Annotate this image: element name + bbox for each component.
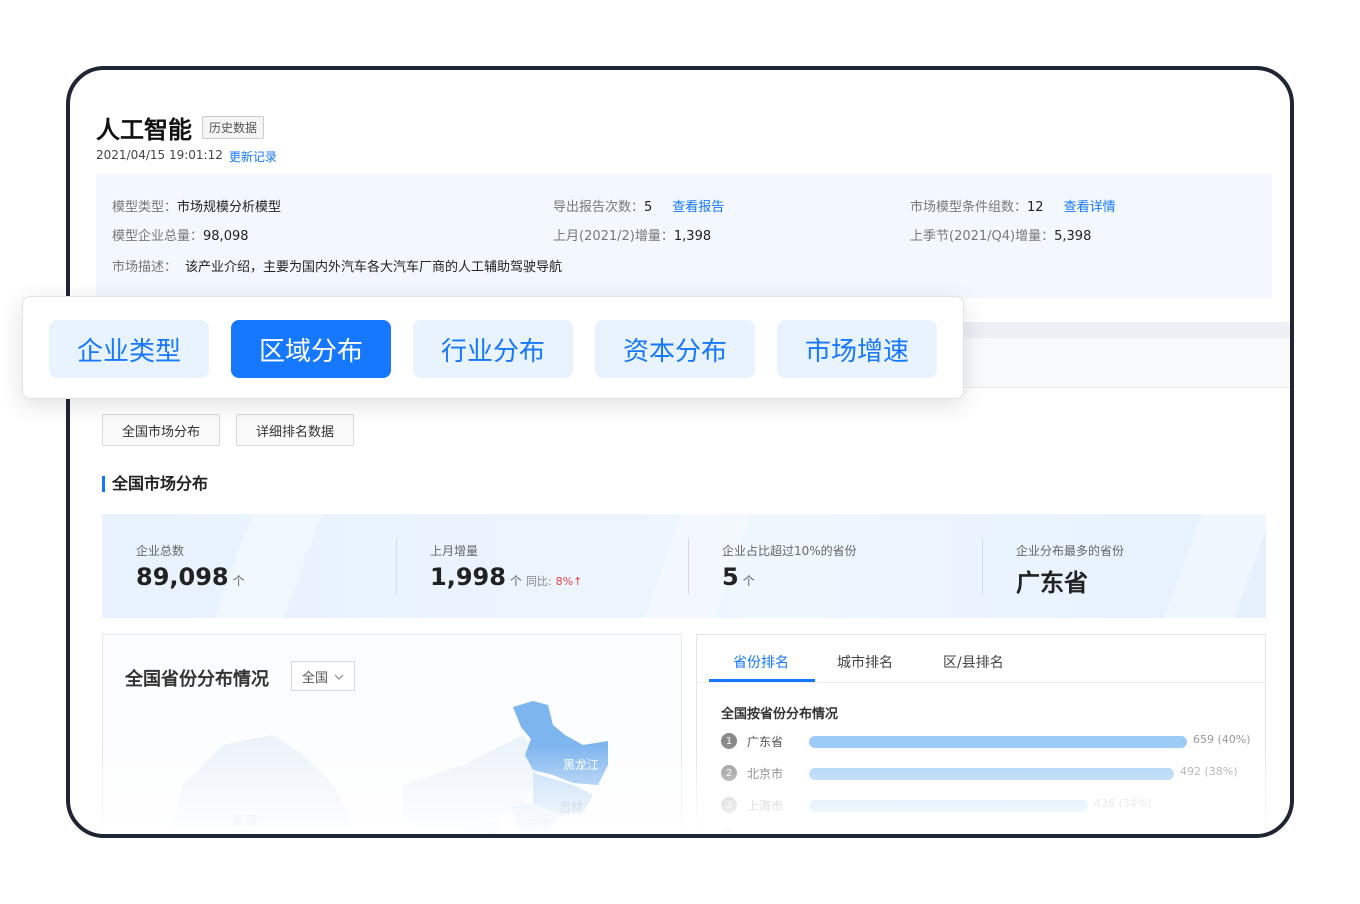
national-market-button[interactable]: 全国市场分布: [102, 414, 220, 446]
export-count: 导出报告次数：5 查看报告: [553, 196, 724, 215]
rank-province-name: 上海市: [747, 799, 784, 813]
timestamp: 2021/04/15 19:01:12: [96, 148, 223, 162]
ranking-subtitle: 全国按省份分布情况: [721, 707, 839, 722]
last-month-increase: 上月(2021/2)增量：1,398: [553, 225, 711, 244]
tab-district-ranking[interactable]: 区/县排名: [943, 652, 1004, 672]
tab-city-ranking[interactable]: 城市排名: [837, 652, 893, 672]
view-report-link[interactable]: 查看报告: [672, 200, 724, 215]
stat-monthly-value: 1,998: [430, 563, 506, 591]
stat-monthly: 上月增量 1,998 个同比: 8%↑: [430, 542, 582, 591]
active-tab-indicator: [709, 679, 815, 682]
ranking-card: 省份排名 城市排名 区/县排名 全国按省份分布情况 1 广东省 659 (40%) 2…: [696, 634, 1266, 834]
tab-market-growth[interactable]: 市场增速: [777, 320, 937, 378]
map-title: 全国省份分布情况: [125, 669, 269, 690]
map-label-beijing: 北京: [479, 829, 501, 838]
history-badge[interactable]: 历史数据: [202, 116, 265, 139]
market-description: 市场描述： 该产业介绍，主要为国内外汽车各大汽车厂商的人工辅助驾驶导航: [112, 256, 562, 275]
last-quarter-increase: 上季节(2021/Q4)增量：5,398: [910, 225, 1091, 244]
tab-region-distribution[interactable]: 区域分布: [231, 320, 391, 378]
map-region-xinjiang: [173, 735, 353, 834]
stat-divider: [688, 538, 689, 594]
total-value: 98,098: [203, 229, 249, 244]
rank-number: 1: [721, 733, 737, 749]
rank-bar: [809, 736, 1187, 748]
desc-label: 市场描述：: [112, 260, 178, 275]
detailed-ranking-button[interactable]: 详细排名数据: [236, 414, 354, 446]
rank-bar: [809, 768, 1174, 780]
model-type-value: 市场规模分析模型: [177, 200, 282, 215]
stat-provinces-over-10: 企业占比超过10%的省份 5个: [722, 542, 857, 591]
export-count-label: 导出报告次数：: [553, 200, 645, 215]
rank-value: 436 (34%): [1094, 797, 1152, 810]
stat-top-province: 企业分布最多的省份 广东省: [1016, 542, 1124, 598]
last-quarter-value: 5,398: [1054, 229, 1092, 244]
title-row: 人工智能 历史数据: [96, 110, 265, 145]
stat-monthly-label: 上月增量: [430, 544, 479, 558]
map-label-jilin: 吉林: [559, 800, 583, 814]
rank-value: 492 (38%): [1180, 765, 1238, 778]
stat-provinces-unit: 个: [742, 574, 755, 588]
stat-divider: [982, 538, 983, 594]
tab-province-ranking[interactable]: 省份排名: [733, 652, 789, 672]
section-title: 全国市场分布: [102, 476, 208, 492]
total-companies: 模型企业总量：98,098: [112, 225, 249, 244]
rank-value: 659 (40%): [1193, 733, 1251, 746]
meta-row: 2021/04/15 19:01:12 更新记录: [96, 148, 277, 165]
stat-total-unit: 个: [232, 574, 245, 588]
stat-total-value: 89,098: [136, 563, 229, 591]
chevron-down-icon: [334, 669, 344, 684]
info-panel: 模型类型：市场规模分析模型 导出报告次数：5 查看报告 市场模型条件组数：12 查看…: [96, 174, 1272, 298]
yoy-value: 8%↑: [555, 575, 583, 588]
rank-bar: [809, 832, 990, 834]
model-type-label: 模型类型：: [112, 200, 178, 215]
condition-groups: 市场模型条件组数：12 查看详情: [910, 196, 1116, 215]
map-card: 黑龙江 吉林 辽宁 新疆 北京 全国省份分布情况 全国: [102, 634, 682, 838]
rank-number: 4: [721, 829, 737, 834]
tab-company-type[interactable]: 企业类型: [49, 320, 209, 378]
map-label-heilongjiang: 黑龙江: [563, 758, 599, 772]
last-month-label: 上月(2021/2)增量：: [553, 229, 674, 244]
last-month-value: 1,398: [673, 229, 712, 244]
region-select-value: 全国: [301, 670, 328, 686]
stat-monthly-unit: 个: [509, 574, 522, 588]
map-label-liaoning: 辽宁: [527, 817, 551, 832]
rank-bar: [809, 800, 1088, 812]
export-count-value: 5: [644, 200, 653, 215]
update-record-link[interactable]: 更新记录: [229, 148, 277, 165]
ranking-row[interactable]: 1 广东省 659 (40%): [721, 731, 1261, 751]
total-label: 模型企业总量：: [112, 229, 204, 244]
yoy-label: 同比:: [525, 575, 552, 588]
stat-provinces-label: 企业占比超过10%的省份: [722, 544, 857, 558]
ranking-row[interactable]: 2 北京市 492 (38%): [721, 763, 1261, 783]
model-type: 模型类型：市场规模分析模型: [112, 196, 281, 215]
page-title: 人工智能: [96, 116, 192, 144]
ranking-row[interactable]: 4: [721, 827, 1261, 834]
stat-total-label: 企业总数: [136, 544, 185, 558]
stat-provinces-value: 5: [722, 563, 739, 591]
stat-top-province-label: 企业分布最多的省份: [1016, 544, 1125, 558]
tab-industry-distribution[interactable]: 行业分布: [413, 320, 573, 378]
stat-total: 企业总数 89,098 个: [136, 542, 245, 591]
stats-band: 企业总数 89,098 个 上月增量 1,998 个同比: 8%↑ 企业占比超过10%…: [102, 514, 1266, 618]
desc-value: 该产业介绍，主要为国内外汽车各大汽车厂商的人工辅助驾驶导航: [185, 260, 563, 275]
app-window: 人工智能 历史数据 2021/04/15 19:01:12 更新记录 模型类型：…: [66, 66, 1294, 838]
rank-number: 2: [721, 765, 737, 781]
region-select[interactable]: 全国: [291, 661, 355, 691]
map-label-xinjiang: 新疆: [233, 813, 257, 828]
last-quarter-label: 上季节(2021/Q4)增量：: [910, 229, 1055, 244]
decor-stripe: [1158, 514, 1266, 618]
rank-number: 3: [721, 797, 737, 813]
tab-capital-distribution[interactable]: 资本分布: [595, 320, 755, 378]
rank-province-name: 北京市: [747, 767, 784, 781]
condition-groups-label: 市场模型条件组数：: [910, 200, 1028, 215]
stat-divider: [396, 538, 397, 594]
tab-popout: 企业类型 区域分布 行业分布 资本分布 市场增速: [22, 296, 964, 399]
rank-province-name: 广东省: [747, 735, 784, 749]
stat-top-province-value: 广东省: [1016, 569, 1088, 597]
ranking-tabs: 省份排名 城市排名 区/县排名: [697, 635, 1265, 683]
ranking-row[interactable]: 3 上海市 436 (34%): [721, 795, 1261, 815]
condition-groups-value: 12: [1027, 200, 1044, 215]
view-details-link[interactable]: 查看详情: [1064, 200, 1116, 215]
